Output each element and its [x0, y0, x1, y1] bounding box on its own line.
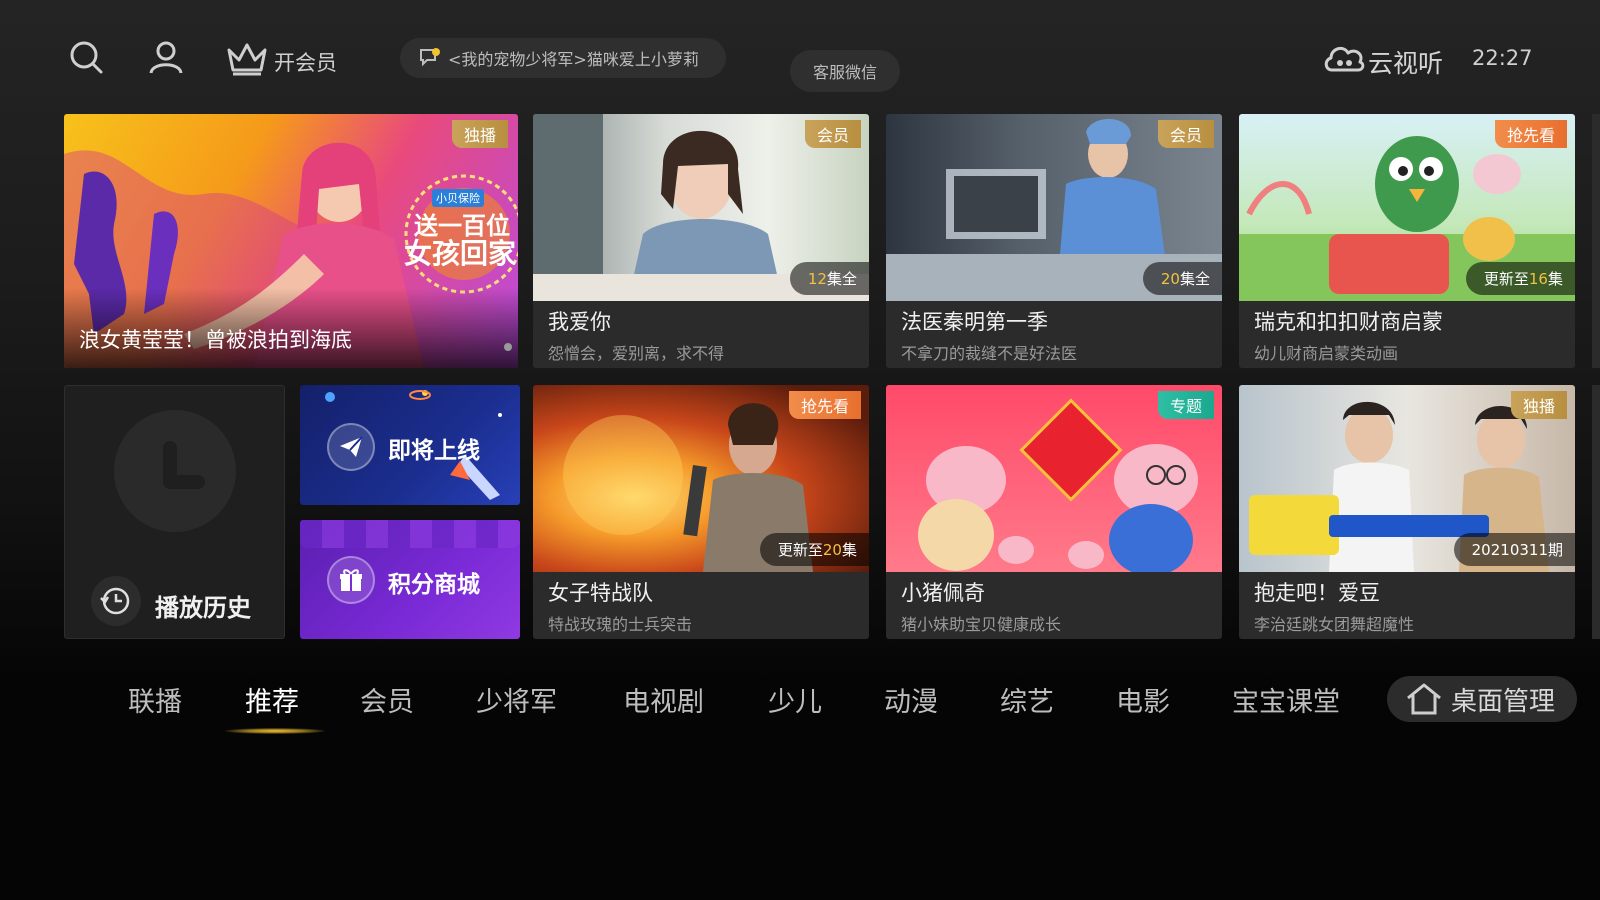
next-card-peek — [1592, 385, 1600, 639]
card-tag: 抢先看 — [788, 391, 861, 419]
coming-soon-shortcut[interactable]: 即将上线 — [300, 385, 520, 505]
tab-recommend[interactable]: 推荐 — [245, 680, 299, 719]
poster-text-brand: 小贝保险 — [432, 189, 484, 207]
history-label: 播放历史 — [155, 594, 251, 622]
episode-badge: 更新至20集 — [759, 533, 869, 566]
episode-badge: 20210311期 — [1453, 533, 1575, 566]
desktop-manage-label: 桌面管理 — [1451, 686, 1556, 717]
episode-badge: 更新至16集 — [1465, 262, 1575, 295]
service-label: 客服微信 — [812, 63, 877, 82]
tab-shaojiangjun[interactable]: 少将军 — [476, 680, 557, 719]
badge-prefix: 更新至 — [1483, 270, 1529, 288]
content-card[interactable]: 专题 小猪佩奇 猪小妹助宝贝健康成长 — [886, 385, 1222, 639]
episode-badge: 12集全 — [789, 262, 869, 295]
play-history-card[interactable]: 播放历史 — [64, 385, 285, 639]
card-title: 抱走吧！爱豆 — [1254, 581, 1380, 605]
poster-text-line3: 女孩回家 — [404, 237, 517, 270]
card-title: 我爱你 — [548, 310, 611, 334]
message-icon — [418, 47, 442, 69]
user-icon[interactable] — [146, 37, 186, 77]
vip-label[interactable]: 开会员 — [274, 47, 337, 77]
content-card[interactable]: 抢先看 更新至20集 女子特战队 特战玫瑰的士兵突击 — [533, 385, 869, 639]
next-card-peek — [1592, 114, 1600, 368]
badge-suffix: 集 — [1547, 270, 1563, 288]
card-subtitle: 怨憎会，爱别离，求不得 — [548, 344, 725, 363]
page-dot — [504, 343, 512, 351]
card-tag: 专题 — [1157, 391, 1214, 419]
content-card[interactable]: 会员 12集全 我爱你 怨憎会，爱别离，求不得 — [533, 114, 869, 368]
send-icon — [327, 423, 375, 471]
card-tag: 抢先看 — [1494, 120, 1567, 148]
badge-number: 16 — [1528, 270, 1548, 288]
card-subtitle: 特战玫瑰的士兵突击 — [548, 615, 693, 634]
badge-suffix: 集全 — [1179, 270, 1210, 288]
badge-number: 20 — [822, 541, 842, 559]
content-card[interactable]: 独播 20210311期 抱走吧！爱豆 李治廷跳女团舞超魔性 — [1239, 385, 1575, 639]
desktop-manage-button[interactable]: 桌面管理 — [1387, 676, 1577, 722]
badge-text: 20210311期 — [1471, 541, 1563, 559]
card-subtitle: 幼儿财商启蒙类动画 — [1254, 344, 1399, 363]
brand-label: 云视听 — [1368, 49, 1444, 78]
card-subtitle: 不拿刀的裁缝不是好法医 — [901, 344, 1078, 363]
service-wechat-button[interactable]: 客服微信 — [790, 50, 900, 92]
history-icon — [91, 576, 141, 626]
top-bar: 开会员 <我的宠物少将军>猫咪爱上小萝莉 客服微信 云视听 22:27 — [0, 0, 1600, 110]
tab-vip[interactable]: 会员 — [360, 680, 414, 719]
clock-icon — [114, 410, 236, 532]
tab-tv-series[interactable]: 电视剧 — [623, 680, 704, 719]
tab-lianbo[interactable]: 联播 — [128, 680, 182, 719]
card-tag: 会员 — [1157, 120, 1214, 148]
card-title: 瑞克和扣扣财商启蒙 — [1254, 310, 1443, 334]
badge-number: 20 — [1160, 270, 1180, 288]
tab-movies[interactable]: 电影 — [1116, 680, 1170, 719]
badge-suffix: 集全 — [826, 270, 857, 288]
marquee-text: <我的宠物少将军>猫咪爱上小萝莉 — [448, 50, 699, 69]
card-title: 小猪佩奇 — [901, 581, 985, 605]
tab-anime[interactable]: 动漫 — [884, 680, 938, 719]
gift-icon — [327, 556, 375, 604]
cloud-icon — [1322, 40, 1366, 76]
clock: 22:27 — [1472, 46, 1533, 70]
card-tag: 独播 — [1510, 391, 1567, 419]
content-card[interactable]: 会员 20集全 法医秦明第一季 不拿刀的裁缝不是好法医 — [886, 114, 1222, 368]
content-card[interactable]: 抢先看 更新至16集 瑞克和扣扣财商启蒙 幼儿财商启蒙类动画 — [1239, 114, 1575, 368]
badge-prefix: 更新至 — [777, 541, 823, 559]
card-title: 法医秦明第一季 — [901, 310, 1048, 334]
tab-variety[interactable]: 综艺 — [1000, 680, 1054, 719]
banner-card[interactable]: 小贝保险 送一百位 女孩回家 独播 浪女黄莹莹！曾被浪拍到海底 — [64, 114, 518, 368]
marquee-notice[interactable]: <我的宠物少将军>猫咪爱上小萝莉 — [400, 38, 726, 78]
tab-baby-class[interactable]: 宝宝课堂 — [1232, 680, 1340, 719]
active-tab-indicator — [225, 728, 325, 734]
home-icon — [1405, 682, 1443, 716]
points-mall-shortcut[interactable]: 积分商城 — [300, 520, 520, 639]
awning-decoration — [300, 520, 520, 548]
banner-title: 浪女黄莹莹！曾被浪拍到海底 — [79, 328, 352, 352]
card-tag: 会员 — [804, 120, 861, 148]
crown-icon[interactable] — [225, 38, 269, 78]
card-subtitle: 猪小妹助宝贝健康成长 — [901, 615, 1062, 634]
badge-number: 12 — [807, 270, 827, 288]
episode-badge: 20集全 — [1142, 262, 1222, 295]
search-icon[interactable] — [66, 37, 106, 77]
shortcut-label: 即将上线 — [388, 438, 480, 464]
tab-kids[interactable]: 少儿 — [768, 680, 822, 719]
card-title: 女子特战队 — [548, 581, 653, 605]
badge-suffix: 集 — [841, 541, 857, 559]
card-subtitle: 李治廷跳女团舞超魔性 — [1254, 615, 1415, 634]
shortcut-label: 积分商城 — [388, 572, 480, 598]
banner-tag: 独播 — [451, 120, 508, 148]
